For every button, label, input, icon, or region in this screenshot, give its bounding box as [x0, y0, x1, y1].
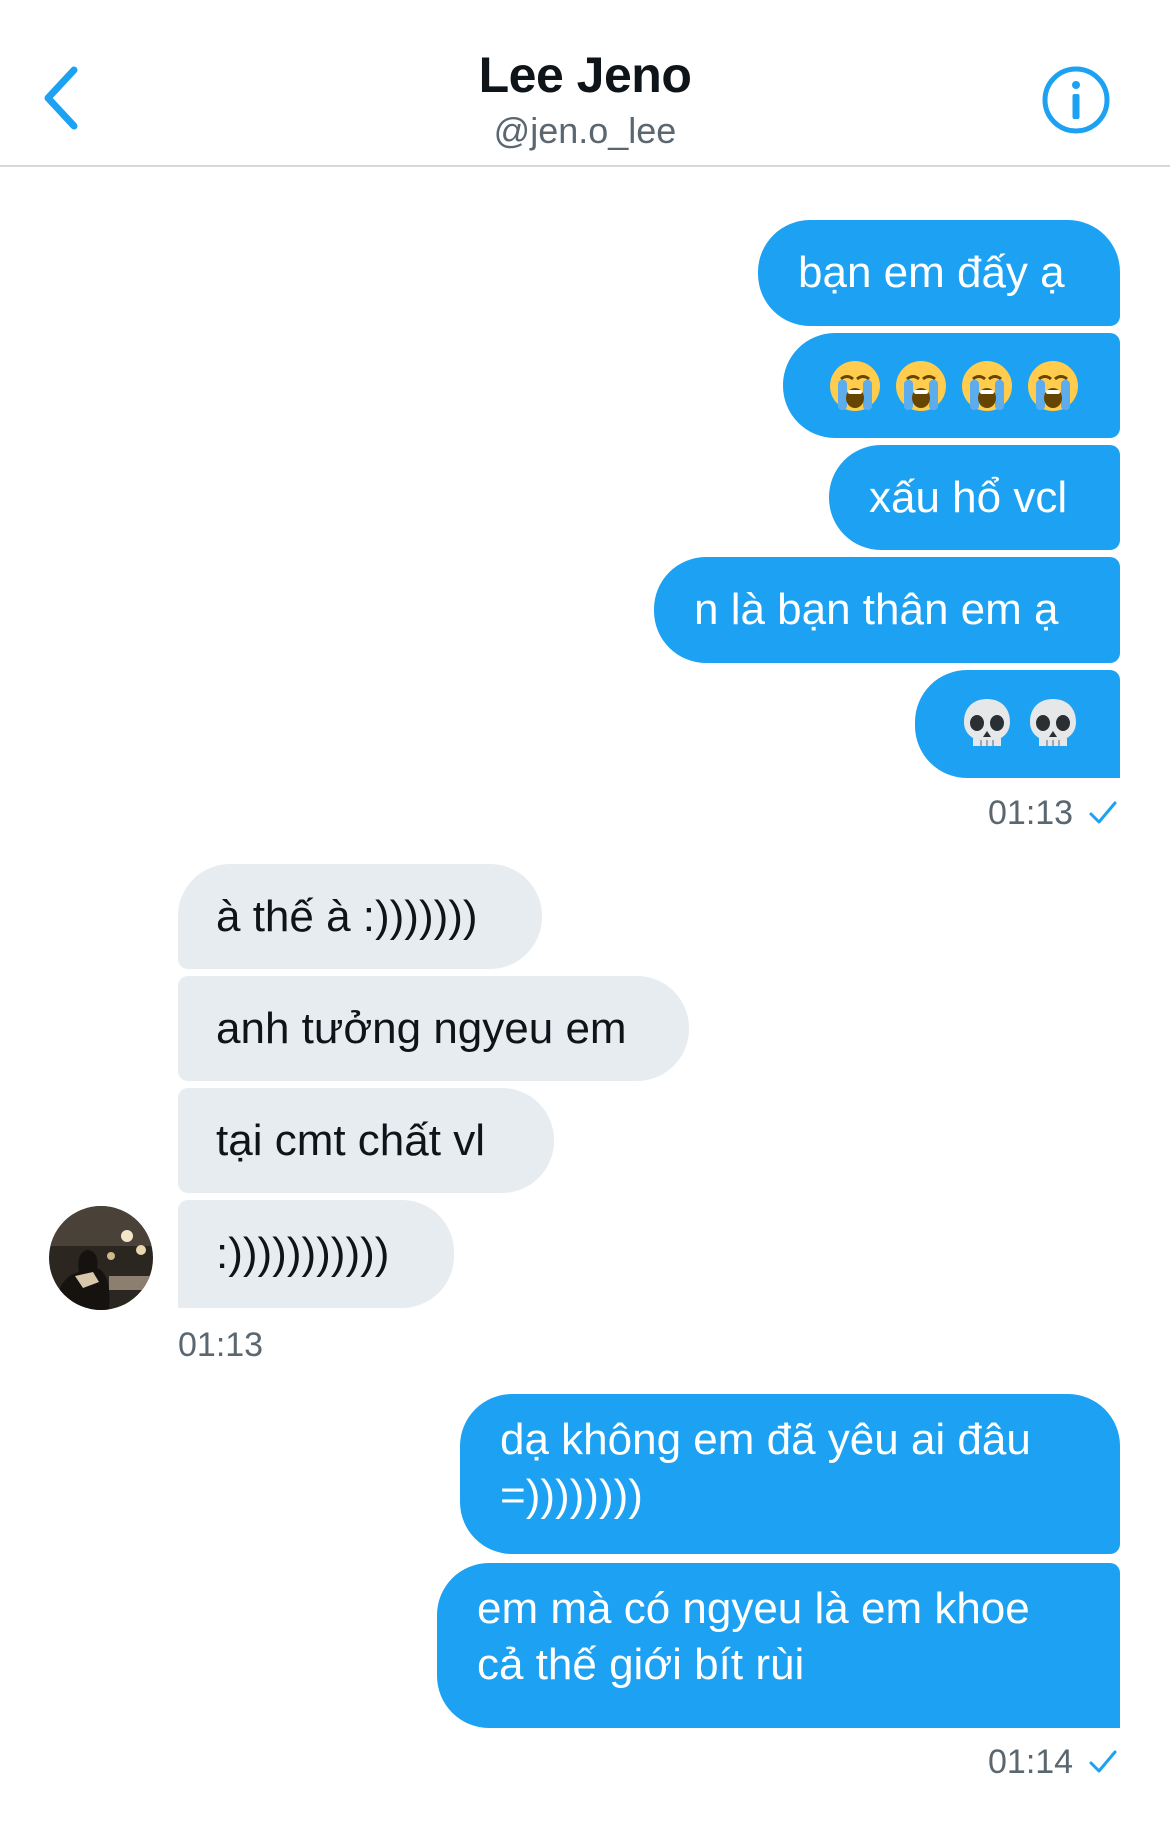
message-text: n là bạn thân em ạ: [694, 585, 1059, 634]
emoji-row: [823, 333, 1080, 438]
incoming-message[interactable]: :))))))))))): [178, 1200, 454, 1308]
outgoing-message[interactable]: bạn em đấy ạ: [758, 220, 1120, 326]
message-text: em mà có ngyeu là em khoe cả thế giới bí…: [477, 1584, 1030, 1689]
skull-emoji: [964, 699, 1010, 746]
emoji-row: [955, 670, 1080, 778]
message-text: xấu hổ vcl: [869, 472, 1068, 522]
incoming-message[interactable]: tại cmt chất vl: [178, 1088, 554, 1193]
message-text: dạ không em đã yêu ai đâu =)))))))): [500, 1415, 1031, 1520]
contact-name: Lee Jeno: [478, 47, 692, 103]
loudly-crying-face-emoji: [962, 360, 1012, 411]
outgoing-message[interactable]: [915, 670, 1120, 778]
outgoing-message[interactable]: xấu hổ vcl: [829, 445, 1120, 550]
loudly-crying-face-emoji: [1028, 360, 1078, 411]
message-text: :))))))))))): [216, 1229, 390, 1278]
loudly-crying-face-emoji: [896, 360, 946, 411]
checkmark-icon: [1089, 1750, 1117, 1773]
message-timestamp: 01:13: [178, 1326, 264, 1364]
loudly-crying-face-emoji: [830, 360, 880, 411]
avatar[interactable]: [49, 1206, 153, 1310]
info-button[interactable]: [1041, 65, 1111, 135]
outgoing-message[interactable]: [783, 333, 1120, 438]
outgoing-message[interactable]: n là bạn thân em ạ: [654, 557, 1120, 663]
outgoing-message[interactable]: em mà có ngyeu là em khoe cả thế giới bí…: [437, 1563, 1120, 1728]
incoming-message[interactable]: anh tưởng ngyeu em: [178, 976, 689, 1081]
message-text: bạn em đấy ạ: [798, 248, 1065, 297]
incoming-message[interactable]: à thế à :))))))): [178, 864, 542, 969]
message-timestamp: 01:14: [988, 1743, 1074, 1781]
message-text: tại cmt chất vl: [216, 1115, 485, 1165]
outgoing-message[interactable]: dạ không em đã yêu ai đâu =)))))))): [460, 1394, 1120, 1554]
message-timestamp: 01:13: [988, 794, 1074, 832]
profile-photo: [49, 1206, 153, 1310]
skull-emoji: [1030, 699, 1076, 746]
info-icon: [1042, 66, 1110, 134]
checkmark-icon: [1089, 801, 1117, 824]
conversation-header: Lee Jeno @jen.o_lee: [0, 0, 1170, 167]
message-text: à thế à :))))))): [216, 891, 478, 941]
message-text: anh tưởng ngyeu em: [216, 1003, 627, 1053]
contact-handle: @jen.o_lee: [493, 110, 677, 151]
